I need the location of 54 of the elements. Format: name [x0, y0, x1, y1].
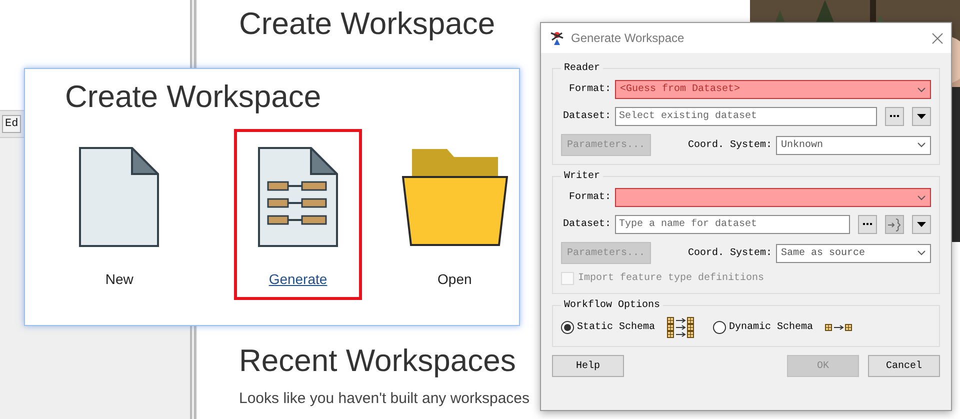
attach-button[interactable] [885, 215, 904, 234]
triangle-down-icon [917, 114, 926, 119]
document-icon [79, 147, 160, 247]
ellipsis-icon [890, 115, 899, 118]
dialog-button[interactable]: Cancel [868, 355, 940, 377]
workspace-option[interactable]: Generate [234, 129, 362, 300]
workspace-option[interactable]: Open [390, 129, 520, 300]
radio-label: Static Schema [577, 322, 656, 333]
radio-label: Dynamic Schema [729, 322, 814, 333]
option-link[interactable]: Generate [268, 271, 328, 287]
dialog-title: Generate Workspace [571, 31, 686, 45]
field-label: Coord. System: [688, 248, 772, 258]
folder-icon [402, 147, 508, 247]
group-title: Workflow Options [563, 300, 662, 311]
field-label: Coord. System: [688, 140, 772, 150]
chevron-down-icon [917, 86, 926, 92]
coordinate-system-select[interactable]: Same as source [776, 244, 931, 262]
schema-mapping-icon [825, 324, 854, 331]
workspace-option[interactable]: New [55, 129, 184, 300]
dialog-button[interactable]: Help [552, 355, 624, 377]
group-title: Writer [563, 171, 602, 182]
page-heading: Create Workspace [239, 6, 496, 42]
dataset-field[interactable]: Select existing dataset [615, 107, 877, 126]
coordinate-system-select[interactable]: Unknown [776, 136, 931, 154]
option-link[interactable]: Open [438, 271, 472, 287]
body-text: Looks like you haven't built any workspaces [239, 389, 530, 409]
field-label: Dataset: [562, 219, 611, 230]
wizard-icon [549, 30, 565, 46]
field-label: Format: [568, 84, 611, 95]
browse-button[interactable] [885, 107, 904, 126]
radio-button[interactable] [561, 321, 574, 334]
schema-mapping-icon [667, 317, 696, 338]
card-title: Create Workspace [65, 79, 322, 115]
ellipsis-icon [863, 223, 872, 226]
dropdown-button[interactable] [912, 215, 931, 234]
field-label: Dataset: [562, 111, 611, 122]
bracket-arrow-icon [888, 218, 901, 232]
option-link[interactable]: New [105, 271, 134, 287]
format-select[interactable] [615, 188, 931, 207]
chevron-down-icon [917, 142, 926, 148]
radio-button[interactable] [713, 321, 726, 334]
table-document-icon [258, 147, 338, 247]
browse-button[interactable] [858, 215, 877, 234]
chevron-down-icon [917, 194, 926, 200]
dropdown-button[interactable] [912, 107, 931, 126]
chevron-down-icon [917, 250, 926, 256]
section-heading: Recent Workspaces [239, 343, 516, 379]
checkbox-label: Import feature type definitions [578, 273, 764, 284]
field-label: Format: [568, 192, 611, 203]
group-title: Reader [563, 63, 602, 74]
dataset-field[interactable]: Type a name for dataset [615, 215, 850, 234]
toolbar-tab[interactable]: Ed [2, 115, 22, 133]
triangle-down-icon [917, 222, 926, 227]
close-icon[interactable] [932, 32, 943, 44]
